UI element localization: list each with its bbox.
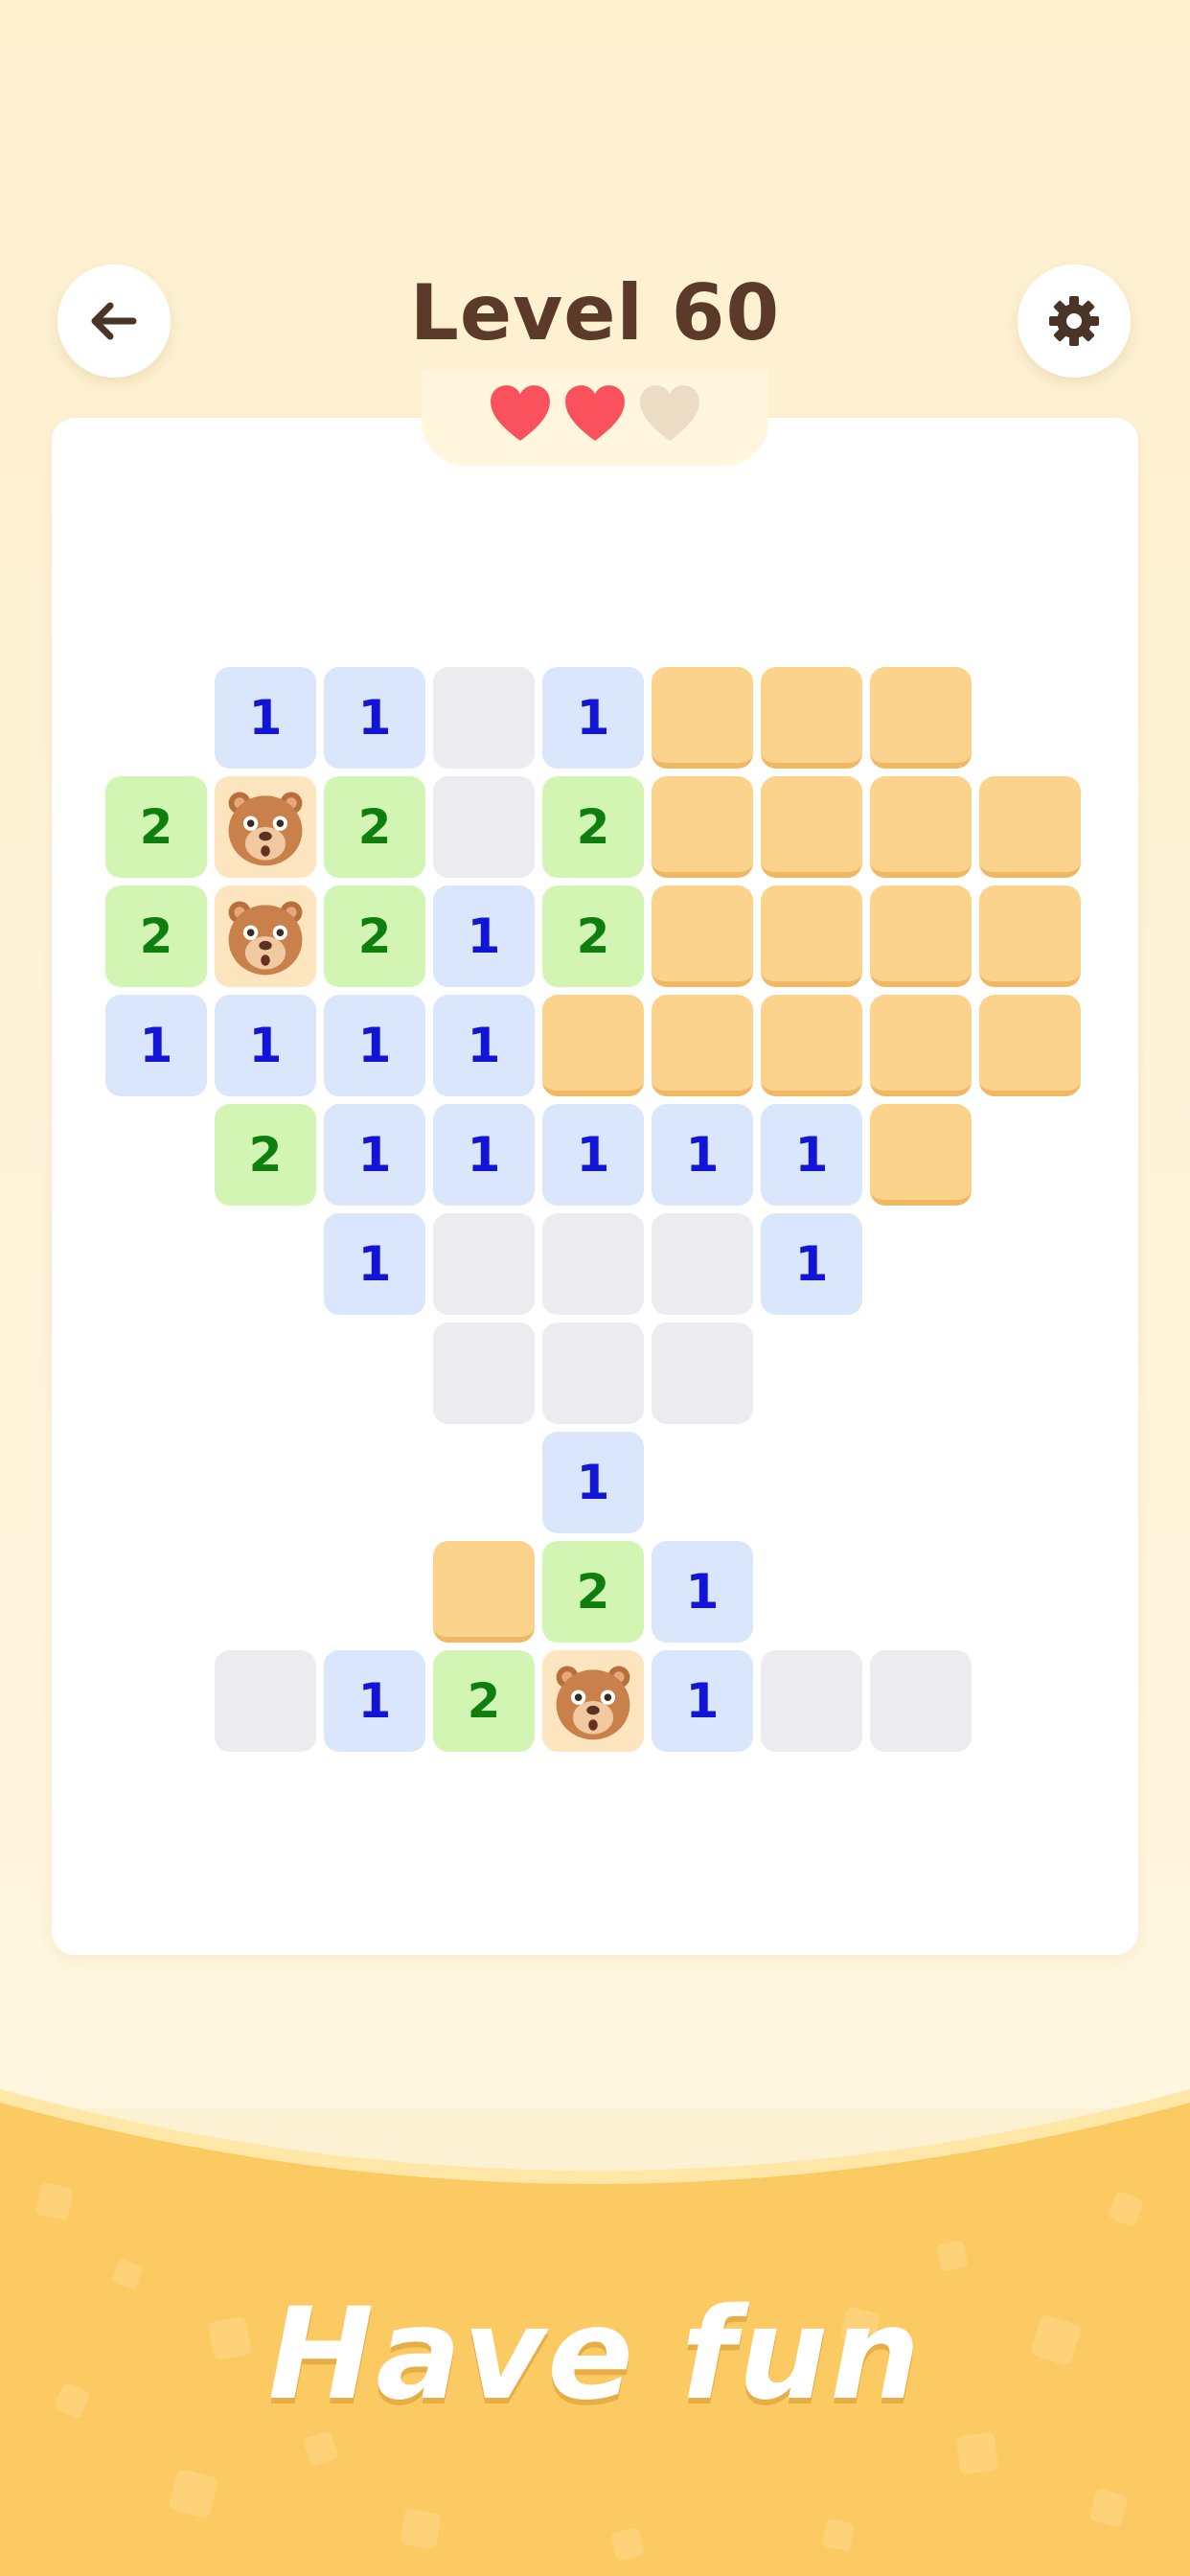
- cell-unrevealed[interactable]: [542, 995, 644, 1096]
- cell-number: 2: [542, 1541, 644, 1643]
- cell-number: 1: [324, 667, 425, 769]
- cell-unrevealed[interactable]: [652, 886, 753, 987]
- cell-unrevealed[interactable]: [433, 1541, 535, 1643]
- cell-number: 2: [105, 776, 207, 878]
- cell-number: 1: [542, 1432, 644, 1533]
- cell-number: 1: [652, 1650, 753, 1752]
- cell-number: 2: [215, 1104, 316, 1206]
- minefield-grid: 1112222212111121111111121121: [0, 0, 1190, 2108]
- cell-number: 1: [324, 1213, 425, 1315]
- cell-number: 1: [433, 886, 535, 987]
- cell-unrevealed[interactable]: [870, 1104, 972, 1206]
- cell-number: 1: [542, 1104, 644, 1206]
- cell-unrevealed[interactable]: [870, 776, 972, 878]
- cell-unrevealed[interactable]: [761, 776, 862, 878]
- cell-number: 2: [324, 886, 425, 987]
- cell-number: 2: [542, 886, 644, 987]
- cell-number: 1: [105, 995, 207, 1096]
- cell-number: 1: [652, 1541, 753, 1643]
- cell-number: 2: [105, 886, 207, 987]
- cell-number: 2: [433, 1650, 535, 1752]
- cell-empty: [652, 1322, 753, 1424]
- cell-unrevealed[interactable]: [870, 886, 972, 987]
- cell-number: 1: [324, 1650, 425, 1752]
- cell-number: 1: [433, 1104, 535, 1206]
- cell-unrevealed[interactable]: [761, 886, 862, 987]
- beaver-icon: [215, 886, 316, 987]
- cell-empty: [433, 1213, 535, 1315]
- cell-number: 2: [324, 776, 425, 878]
- cell-empty: [215, 1650, 316, 1752]
- cell-unrevealed[interactable]: [761, 667, 862, 769]
- cell-number: 1: [433, 995, 535, 1096]
- cell-number: 1: [652, 1104, 753, 1206]
- cell-empty: [652, 1213, 753, 1315]
- cell-unrevealed[interactable]: [979, 776, 1081, 878]
- cell-unrevealed[interactable]: [652, 995, 753, 1096]
- cell-unrevealed[interactable]: [870, 667, 972, 769]
- cell-unrevealed[interactable]: [870, 995, 972, 1096]
- cell-number: 1: [761, 1213, 862, 1315]
- beaver-icon: [542, 1650, 644, 1752]
- cell-unrevealed[interactable]: [761, 995, 862, 1096]
- cell-number: 1: [542, 667, 644, 769]
- cell-unrevealed[interactable]: [979, 886, 1081, 987]
- cell-empty: [433, 776, 535, 878]
- cell-number: 2: [542, 776, 644, 878]
- cell-number: 1: [324, 995, 425, 1096]
- cell-unrevealed[interactable]: [979, 995, 1081, 1096]
- cell-empty: [870, 1650, 972, 1752]
- cell-unrevealed[interactable]: [652, 776, 753, 878]
- cell-empty: [542, 1213, 644, 1315]
- cell-number: 1: [215, 995, 316, 1096]
- cell-number: 1: [324, 1104, 425, 1206]
- cell-number: 1: [215, 667, 316, 769]
- cell-number: 1: [761, 1104, 862, 1206]
- cell-unrevealed[interactable]: [652, 667, 753, 769]
- banner-text: Have fun: [267, 2281, 923, 2428]
- cell-empty: [433, 1322, 535, 1424]
- cell-empty: [542, 1322, 644, 1424]
- beaver-icon: [215, 776, 316, 878]
- cell-empty: [433, 667, 535, 769]
- cell-empty: [761, 1650, 862, 1752]
